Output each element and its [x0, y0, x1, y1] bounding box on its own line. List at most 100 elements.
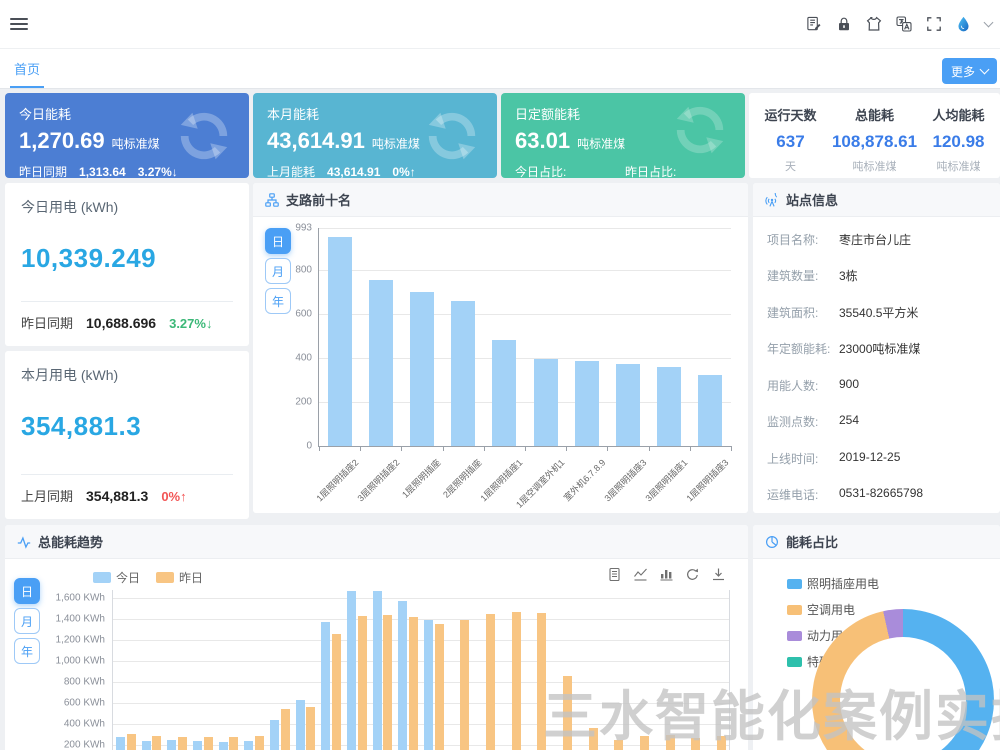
toolbox-refresh-icon[interactable]: [685, 567, 700, 582]
panel-header: 能耗占比: [753, 525, 1000, 559]
card-title: 本月用电 (kWh): [21, 365, 233, 385]
hamburger-menu-icon[interactable]: [10, 15, 30, 33]
gridline: [113, 703, 729, 704]
compare-change: 0%↑: [392, 165, 415, 178]
tab-home[interactable]: 首页: [14, 48, 40, 88]
panel-title: 支路前十名: [286, 190, 351, 209]
bar-yesterday: [640, 736, 649, 750]
card-value: 10,339.249: [21, 243, 233, 274]
kpi-value: 1,270.69: [19, 128, 105, 154]
bar-today: [142, 741, 151, 750]
bar-yesterday: [255, 736, 264, 750]
stat-running-days: 运行天数 637 天: [749, 93, 832, 178]
compare-label: 上月能耗: [267, 163, 315, 178]
axis-tick-label: 400 KWh: [47, 719, 105, 730]
note-edit-icon[interactable]: [805, 16, 822, 33]
legend-item-today[interactable]: 今日: [93, 569, 140, 586]
bar-yesterday: [666, 735, 675, 750]
bar-today: [270, 720, 279, 750]
gridline: [113, 619, 729, 620]
period-day-button[interactable]: 日: [14, 578, 40, 604]
period-switcher: 日 月 年: [265, 228, 291, 314]
legend-swatch: [93, 572, 111, 583]
period-year-button[interactable]: 年: [265, 288, 291, 314]
more-button[interactable]: 更多: [942, 58, 997, 84]
bar: [534, 359, 558, 446]
bar-today: [116, 737, 125, 750]
toolbox-line-chart-icon[interactable]: [633, 567, 648, 582]
period-month-button[interactable]: 月: [14, 608, 40, 634]
site-row-service-phone: 运维电话: 0531-82665798: [767, 486, 990, 503]
bar-yesterday: [281, 709, 290, 750]
axis-category-label: 3层照明插座1: [642, 456, 690, 504]
chevron-down-icon[interactable]: [984, 18, 994, 28]
bar-yesterday: [691, 738, 700, 750]
axis-tick-label: 993: [295, 223, 312, 234]
water-drop-logo-icon[interactable]: [955, 16, 972, 33]
bar-yesterday: [383, 615, 392, 750]
language-switch-icon[interactable]: [895, 16, 912, 33]
gridline: [319, 228, 731, 229]
legend-item-hvac[interactable]: 空调用电: [787, 601, 879, 618]
toolbox-bar-chart-icon[interactable]: [659, 567, 674, 582]
panel-header: 站点信息: [753, 183, 1000, 217]
pulse-icon: [17, 535, 31, 549]
bar: [492, 340, 516, 446]
bar-today: [373, 591, 382, 750]
axis-tick-label: 400: [295, 353, 312, 364]
lock-icon[interactable]: [835, 16, 852, 33]
stat-per-capita-energy: 人均能耗 120.98 吨标准煤: [917, 93, 1000, 178]
axis-tick-label: 600: [295, 309, 312, 320]
kpi-unit: 吨标准煤: [112, 135, 160, 152]
legend-swatch: [787, 605, 802, 615]
axis-category-label: 1层照明插座: [399, 456, 444, 501]
kpi-card-month-energy: 本月能耗 43,614.91 吨标准煤 上月能耗 43,614.91 0%↑: [253, 93, 497, 178]
compare-label: 昨日占比:: [625, 165, 676, 178]
legend-swatch: [787, 657, 802, 667]
tab-bar: 首页: [0, 48, 1000, 89]
hierarchy-icon: [265, 193, 279, 207]
period-year-button[interactable]: 年: [14, 638, 40, 664]
fullscreen-icon[interactable]: [925, 16, 942, 33]
period-day-button[interactable]: 日: [265, 228, 291, 254]
panel-title: 能耗占比: [786, 532, 838, 551]
bar-yesterday: [358, 616, 367, 750]
axis-category-label: 1层照明插座3: [683, 456, 731, 504]
site-row-annual-quota: 年定额能耗: 23000吨标准煤: [767, 340, 990, 357]
period-month-button[interactable]: 月: [265, 258, 291, 284]
bar-yesterday: [589, 728, 598, 750]
bar-yesterday: [563, 676, 572, 750]
legend-swatch: [787, 579, 802, 589]
kpi-value: 63.01: [515, 128, 570, 154]
legend-swatch: [156, 572, 174, 583]
legend-item-lighting[interactable]: 照明插座用电: [787, 575, 879, 592]
site-row-building-area: 建筑面积: 35540.5平方米: [767, 304, 990, 321]
panel-header: 总能耗趋势: [5, 525, 748, 559]
recycle-icon: [423, 107, 481, 165]
toolbox-download-icon[interactable]: [711, 567, 726, 582]
toolbox-data-view-icon[interactable]: [607, 567, 622, 582]
bar: [616, 364, 640, 446]
theme-shirt-icon[interactable]: [865, 16, 882, 33]
divider: [21, 474, 233, 475]
branch-top10-chart: 02004006008009931层照明插座23层照明插座21层照明插座2层照明…: [318, 228, 731, 447]
site-info-panel: 站点信息 项目名称: 枣庄市台儿庄 建筑数量: 3栋 建筑面积: 35540.5…: [753, 183, 1000, 513]
axis-tick: [401, 446, 402, 451]
more-button-label: 更多: [951, 63, 975, 80]
axis-tick: [690, 446, 691, 451]
bar-today: [296, 700, 305, 750]
bar: [575, 361, 599, 446]
axis-tick: [731, 446, 732, 451]
bar-today: [193, 741, 202, 750]
gridline: [113, 661, 729, 662]
recycle-icon: [175, 107, 233, 165]
topbar-actions: [805, 0, 992, 48]
legend-item-yesterday[interactable]: 昨日: [156, 569, 203, 586]
site-row-project-name: 项目名称: 枣庄市台儿庄: [767, 231, 990, 248]
bar-yesterday: [178, 737, 187, 750]
tab-home-label: 首页: [14, 59, 40, 78]
axis-tick: [607, 446, 608, 451]
overview-stats-panel: 运行天数 637 天 总能耗 108,878.61 吨标准煤 人均能耗 120.…: [749, 93, 1000, 178]
energy-trend-panel: 总能耗趋势 日 月 年 今日 昨日: [5, 525, 748, 750]
trend-legend: 今日 昨日: [93, 569, 203, 586]
